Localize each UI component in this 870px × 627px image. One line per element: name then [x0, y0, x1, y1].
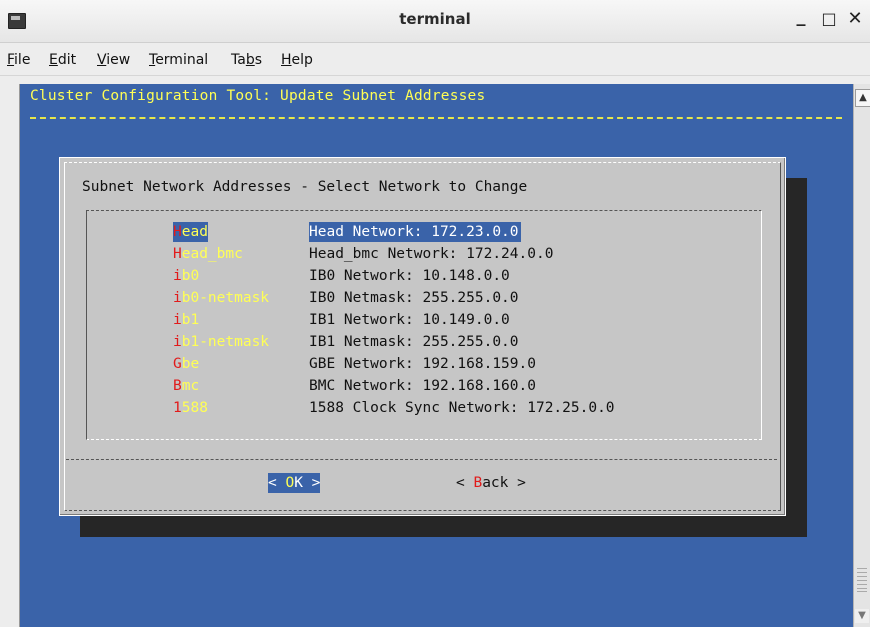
list-item[interactable]: ib1-netmask IB1 Netmask: 255.255.0.0 — [87, 332, 757, 354]
list-item[interactable]: ib1 IB1 Network: 10.149.0.0 — [87, 310, 757, 332]
back-button[interactable]: < Back > — [456, 473, 526, 493]
vertical-scrollbar[interactable]: ▲ ▼ — [853, 84, 870, 627]
list-item-value[interactable]: GBE Network: 192.168.159.0 — [309, 354, 536, 374]
menu-terminal[interactable]: Terminal — [149, 52, 208, 68]
menu-tabs[interactable]: Tabs — [231, 52, 262, 68]
close-button[interactable]: ✕ — [846, 8, 864, 29]
list-item-tag[interactable]: Head_bmc — [173, 244, 243, 264]
list-item[interactable]: ib0-netmask IB0 Netmask: 255.255.0.0 — [87, 288, 757, 310]
terminal-header: Cluster Configuration Tool: Update Subne… — [30, 88, 486, 104]
window-title: terminal — [399, 10, 471, 28]
list-item-tag[interactable]: Head — [173, 222, 208, 242]
button-separator — [66, 459, 777, 460]
list-item-value[interactable]: Head Network: 172.23.0.0 — [309, 222, 521, 242]
minimize-button[interactable]: _ — [792, 6, 810, 27]
list-item-value[interactable]: IB1 Network: 10.149.0.0 — [309, 310, 510, 330]
scroll-down-arrow-icon[interactable]: ▼ — [855, 609, 869, 623]
menu-view[interactable]: View — [97, 52, 130, 68]
list-item-value[interactable]: BMC Network: 192.168.160.0 — [309, 376, 536, 396]
list-item[interactable]: Head_bmc Head_bmc Network: 172.24.0.0 — [87, 244, 757, 266]
maximize-button[interactable]: □ — [820, 9, 838, 28]
menu-edit[interactable]: Edit — [49, 52, 76, 68]
list-item-tag[interactable]: Gbe — [173, 354, 199, 374]
list-item[interactable]: 1588 1588 Clock Sync Network: 172.25.0.0 — [87, 398, 757, 420]
list-item-value[interactable]: 1588 Clock Sync Network: 172.25.0.0 — [309, 398, 615, 418]
ok-button[interactable]: < OK > — [268, 473, 321, 493]
list-item[interactable]: Bmc BMC Network: 192.168.160.0 — [87, 376, 757, 398]
window-titlebar[interactable]: terminal _ □ ✕ — [0, 0, 870, 43]
dialog-title: Subnet Network Addresses - Select Networ… — [82, 179, 528, 195]
header-divider — [30, 117, 842, 119]
list-item-value[interactable]: IB0 Network: 10.148.0.0 — [309, 266, 510, 286]
list-item-tag[interactable]: ib0 — [173, 266, 199, 286]
menu-bar: File Edit View Terminal Tabs Help — [0, 43, 870, 76]
list-item[interactable]: Head Head Network: 172.23.0.0 — [87, 222, 757, 244]
list-item-value[interactable]: Head_bmc Network: 172.24.0.0 — [309, 244, 553, 264]
menu-help[interactable]: Help — [281, 52, 313, 68]
list-item-value[interactable]: IB1 Netmask: 255.255.0.0 — [309, 332, 519, 352]
list-item-tag[interactable]: 1588 — [173, 398, 208, 418]
menu-file[interactable]: File — [7, 52, 30, 68]
list-item-tag[interactable]: ib0-netmask — [173, 288, 269, 308]
list-item[interactable]: ib0 IB0 Network: 10.148.0.0 — [87, 266, 757, 288]
scroll-thumb[interactable] — [857, 568, 867, 592]
scroll-up-arrow-icon[interactable]: ▲ — [855, 89, 870, 107]
list-item-tag[interactable]: Bmc — [173, 376, 199, 396]
subnet-dialog: Subnet Network Addresses - Select Networ… — [59, 157, 786, 516]
list-item-value[interactable]: IB0 Netmask: 255.255.0.0 — [309, 288, 519, 308]
list-item[interactable]: Gbe GBE Network: 192.168.159.0 — [87, 354, 757, 376]
list-item-tag[interactable]: ib1 — [173, 310, 199, 330]
list-item-tag[interactable]: ib1-netmask — [173, 332, 269, 352]
network-list: Head Head Network: 172.23.0.0 Head_bmc H… — [86, 210, 762, 440]
